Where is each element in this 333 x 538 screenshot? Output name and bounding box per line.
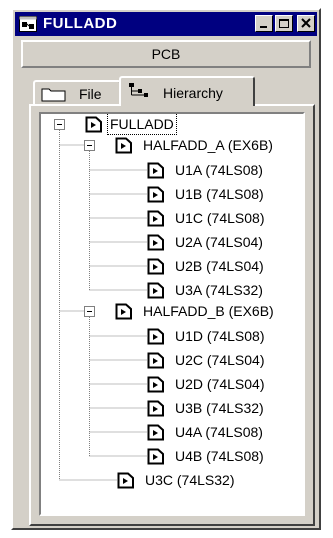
tree-item-label: FULLADD xyxy=(107,114,177,135)
tree-item-label: U2B (74LS04) xyxy=(175,258,264,274)
schematic-doc-icon xyxy=(147,376,164,393)
schematic-doc-icon xyxy=(147,282,164,299)
minimize-icon xyxy=(260,26,267,28)
schematic-doc-icon xyxy=(147,186,164,203)
collapse-halfadd-a-toggle[interactable] xyxy=(84,140,95,151)
title-bar[interactable]: FULLADD xyxy=(15,12,317,36)
schematic-doc-icon xyxy=(147,234,164,251)
schematic-doc-icon xyxy=(147,162,164,179)
tree-item-label: U3A (74LS32) xyxy=(175,282,263,298)
hierarchy-tree[interactable]: FULLADD HALFADD_A (EX6B) U1A (74LS08) U1… xyxy=(39,112,305,516)
schematic-doc-icon xyxy=(147,352,164,369)
close-icon xyxy=(301,18,311,28)
schematic-doc-icon xyxy=(115,137,132,154)
tree-item-label: U4A (74LS08) xyxy=(175,424,263,440)
folder-icon xyxy=(41,88,66,102)
tree-item-label: U3B (74LS32) xyxy=(175,400,264,416)
tab-hierarchy-label: Hierarchy xyxy=(163,85,223,101)
tree-item-label: HALFADD_B (EX6B) xyxy=(143,303,274,319)
schematic-doc-icon xyxy=(147,448,164,465)
maximize-icon xyxy=(279,19,289,28)
tree-item-label: U3C (74LS32) xyxy=(145,472,235,488)
tree-item-label: U2D (74LS04) xyxy=(175,376,265,392)
tree-item-label: U2A (74LS04) xyxy=(175,234,263,250)
schematic-app-icon xyxy=(19,16,37,32)
tree-item-label: U1A (74LS08) xyxy=(175,162,263,178)
tree-item-label: U1D (74LS08) xyxy=(175,328,265,344)
schematic-doc-icon xyxy=(115,303,132,320)
schematic-doc-icon xyxy=(117,472,134,489)
schematic-doc-icon xyxy=(147,424,164,441)
tree-item-label: U1C (74LS08) xyxy=(175,210,265,226)
collapse-root-toggle[interactable] xyxy=(54,119,65,130)
tree-item-label: U1B (74LS08) xyxy=(175,186,264,202)
schematic-doc-icon xyxy=(147,400,164,417)
tree-item-label: HALFADD_A (EX6B) xyxy=(143,137,273,153)
tab-hierarchy[interactable]: Hierarchy xyxy=(119,76,255,106)
schematic-doc-icon xyxy=(147,258,164,275)
hierarchy-icon xyxy=(129,83,148,97)
pcb-button[interactable]: PCB xyxy=(21,40,311,68)
tree-item-label: U2C (74LS04) xyxy=(175,352,265,368)
collapse-halfadd-b-toggle[interactable] xyxy=(84,306,95,317)
maximize-button[interactable] xyxy=(275,15,293,32)
tree-item-label: U4B (74LS08) xyxy=(175,448,264,464)
minimize-button[interactable] xyxy=(255,15,273,32)
fulladd-window: FULLADD PCB File Hierarchy FULLADD HALFA… xyxy=(11,8,321,530)
tab-file-label: File xyxy=(79,86,102,102)
schematic-doc-icon xyxy=(147,210,164,227)
window-title: FULLADD xyxy=(43,15,118,32)
tab-file[interactable]: File xyxy=(33,80,121,106)
schematic-doc-icon xyxy=(147,328,164,345)
close-button[interactable] xyxy=(297,15,315,32)
schematic-doc-icon xyxy=(85,116,102,133)
tab-panel: FULLADD HALFADD_A (EX6B) U1A (74LS08) U1… xyxy=(29,104,315,526)
